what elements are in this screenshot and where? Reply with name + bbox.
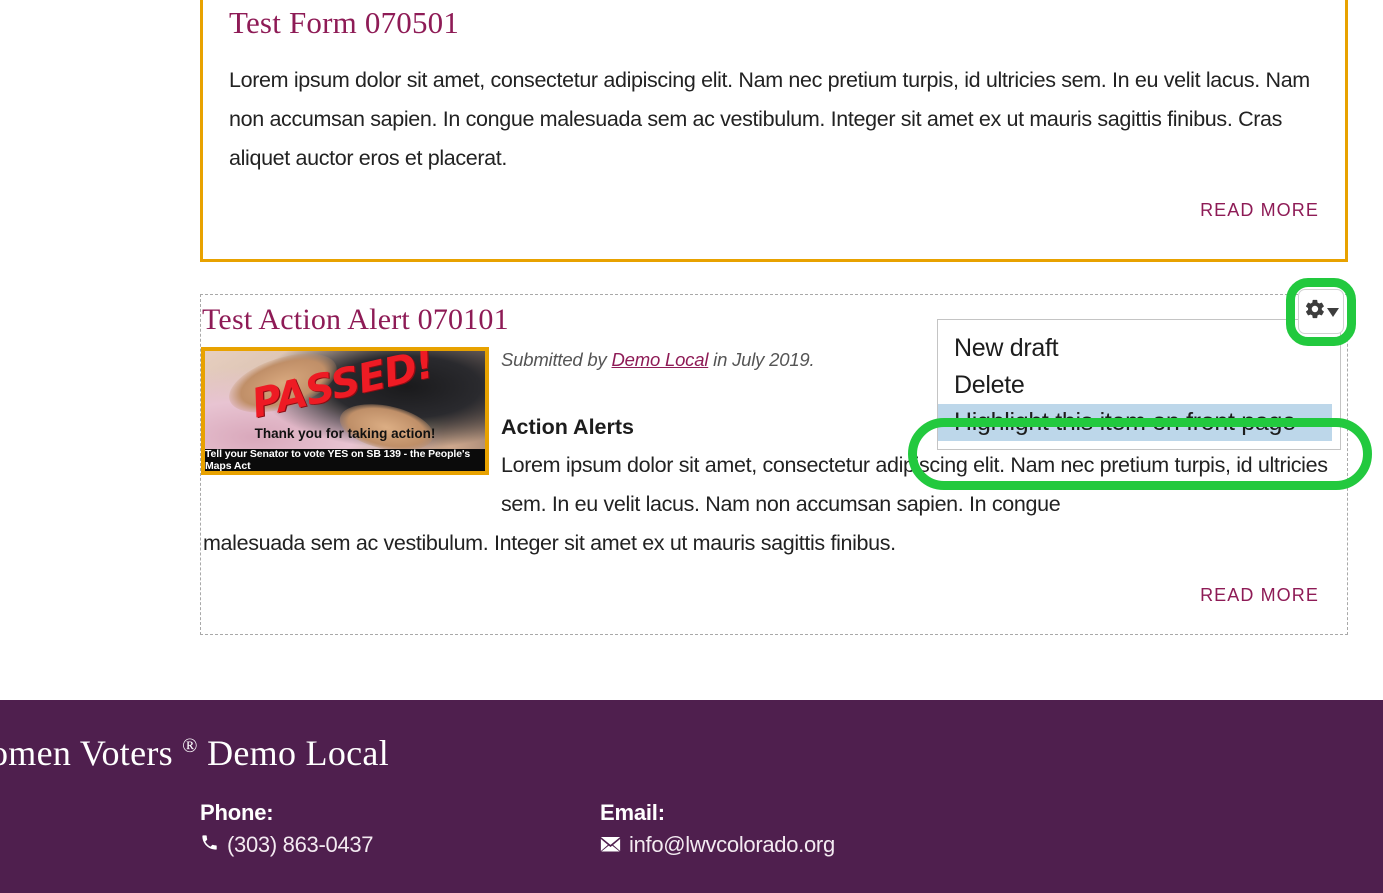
footer-email-label: Email: (600, 800, 665, 825)
page-root: Test Form 070501 Lorem ipsum dolor sit a… (0, 0, 1383, 893)
footer-email-value-row: info@lwvcolorado.org (600, 832, 835, 858)
highlighted-content-card: Test Form 070501 Lorem ipsum dolor sit a… (200, 0, 1348, 262)
site-footer: omen Voters ® Demo Local Phone: (303) 86… (0, 700, 1383, 893)
thumbnail-banner: Tell your Senator to vote YES on SB 139 … (205, 448, 485, 471)
footer-phone-value[interactable]: (303) 863-0437 (227, 832, 374, 858)
gear-icon (1304, 298, 1326, 325)
footer-title-suffix: Demo Local (197, 733, 390, 773)
footer-phone-label: Phone: (200, 800, 274, 825)
read-more-link[interactable]: READ MORE (229, 200, 1319, 221)
footer-title-text: omen Voters (0, 733, 183, 773)
read-more-link[interactable]: READ MORE (201, 585, 1325, 606)
menu-item-delete[interactable]: Delete (938, 367, 1340, 404)
submitted-author-link[interactable]: Demo Local (612, 349, 709, 370)
menu-item-highlight-this-item-on-front-page[interactable]: Highlight this item on front page (938, 404, 1332, 441)
caret-down-icon (1326, 304, 1339, 322)
registered-trademark-icon: ® (182, 735, 198, 757)
action-alert-thumbnail[interactable]: PASSED! Thank you for taking action! Tel… (201, 347, 489, 475)
thumbnail-caption: Thank you for taking action! (254, 426, 436, 441)
menu-item-new-draft[interactable]: New draft (938, 330, 1340, 367)
footer-phone-column: Phone: (303) 863-0437 (200, 800, 374, 858)
card-title[interactable]: Test Form 070501 (229, 0, 1319, 41)
footer-email-column: Email: info@lwvcolorado.org (600, 800, 835, 858)
card-body-text: Lorem ipsum dolor sit amet, consectetur … (229, 68, 1310, 170)
card-body-text-part2: malesuada sem ac vestibulum. Integer sit… (203, 531, 896, 555)
gear-menu-button[interactable] (1298, 289, 1344, 334)
footer-org-title: omen Voters ® Demo Local (0, 732, 389, 774)
footer-phone-value-row: (303) 863-0437 (200, 832, 374, 858)
footer-email-value[interactable]: info@lwvcolorado.org (629, 832, 835, 858)
card-body-text-part1: Lorem ipsum dolor sit amet, consectetur … (501, 453, 1328, 516)
submitted-prefix: Submitted by (501, 349, 612, 370)
gear-dropdown-menu[interactable]: New draft Delete Highlight this item on … (937, 319, 1341, 450)
phone-icon (200, 832, 219, 858)
submitted-suffix: in July 2019. (708, 349, 815, 370)
envelope-icon (600, 832, 621, 858)
